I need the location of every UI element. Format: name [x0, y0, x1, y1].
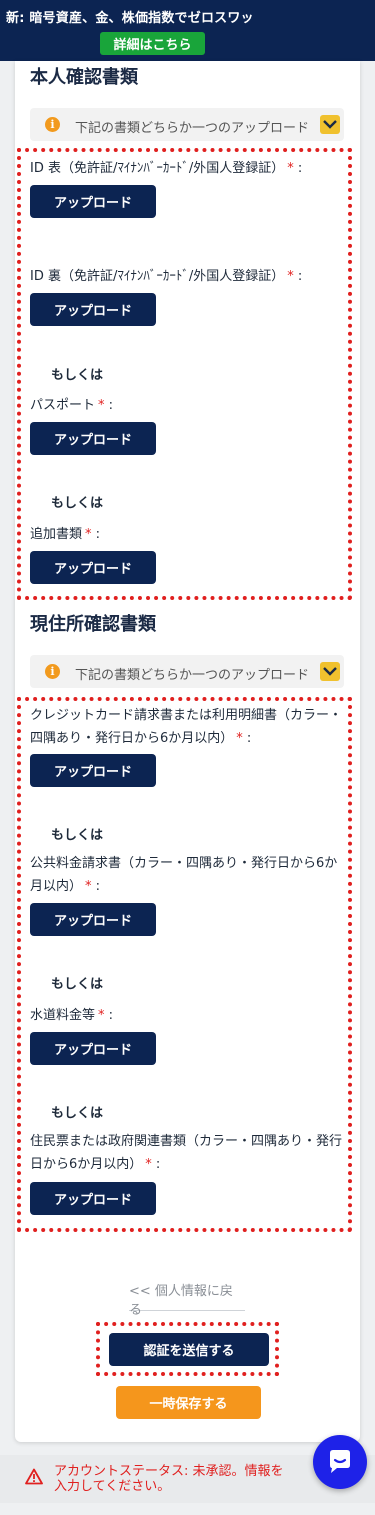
credit-statement-upload-button[interactable]: アップロード	[30, 754, 156, 787]
banner-text: 新: 暗号資産、金、株価指数でゼロスワッ	[6, 11, 254, 26]
passport-upload-button[interactable]: アップロード	[30, 422, 156, 455]
back-to-personal-info-link[interactable]: << 個人情報に戻る	[129, 1284, 245, 1318]
save-draft-button[interactable]: 一時保存する	[116, 1386, 261, 1419]
water-bill-label: 水道料金等 * :	[30, 1008, 114, 1023]
or-label: もしくは	[51, 368, 104, 383]
resident-doc-label: 住民票または政府関連書類（カラー・四隅あり・発行日から6か月以内） * :	[30, 1134, 343, 1172]
or-label: もしくは	[51, 828, 104, 843]
or-label: もしくは	[51, 1106, 104, 1121]
credit-statement-label: クレジットカード請求書または利用明細書（カラー・四隅あり・発行日から6か月以内）…	[30, 708, 343, 746]
id-front-upload-button[interactable]: アップロード	[30, 185, 156, 218]
water-bill-upload-button[interactable]: アップロード	[30, 1032, 156, 1065]
promo-banner: 新: 暗号資産、金、株価指数でゼロスワッ 詳細はこちら	[0, 0, 375, 61]
id-back-label: ID 裏（免許証/ﾏｲﾅﾝﾊﾞｰｶｰﾄﾞ/外国人登録証） * :	[30, 269, 303, 284]
or-label: もしくは	[51, 496, 104, 511]
identity-info-text: 下記の書類どちらか一つのアップロード	[75, 121, 310, 136]
additional-doc-upload-button[interactable]: アップロード	[30, 551, 156, 584]
info-icon: i	[45, 664, 60, 679]
utility-bill-upload-button[interactable]: アップロード	[30, 903, 156, 936]
submit-verification-button[interactable]: 認証を送信する	[109, 1333, 269, 1366]
id-back-upload-button[interactable]: アップロード	[30, 293, 156, 326]
id-front-label: ID 表（免許証/ﾏｲﾅﾝﾊﾞｰｶｰﾄﾞ/外国人登録証） * :	[30, 161, 303, 176]
identity-info-dropdown[interactable]: i 下記の書類どちらか一つのアップロード	[30, 108, 344, 141]
warning-icon	[25, 1468, 43, 1485]
address-section-title: 現住所確認書類	[30, 614, 156, 635]
resident-doc-upload-button[interactable]: アップロード	[30, 1182, 156, 1215]
additional-doc-label: 追加書類 * :	[30, 527, 101, 542]
chat-icon	[330, 1450, 350, 1473]
info-icon: i	[45, 117, 60, 132]
address-info-dropdown[interactable]: i 下記の書類どちらか一つのアップロード	[30, 655, 344, 688]
account-status-text: アカウントステータス: 未承認。情報を入力してください。	[54, 1464, 284, 1494]
identity-section-title: 本人確認書類	[30, 67, 138, 88]
details-button[interactable]: 詳細はこちら	[100, 32, 205, 55]
passport-label: パスポート * :	[30, 398, 114, 413]
or-label: もしくは	[51, 977, 104, 992]
utility-bill-label: 公共料金請求書（カラー・四隅あり・発行日から6か月以内） * :	[30, 856, 338, 894]
chevron-down-icon[interactable]	[320, 662, 340, 681]
address-info-text: 下記の書類どちらか一つのアップロード	[75, 668, 310, 683]
chevron-down-icon[interactable]	[320, 115, 340, 134]
chat-button[interactable]	[313, 1435, 367, 1489]
